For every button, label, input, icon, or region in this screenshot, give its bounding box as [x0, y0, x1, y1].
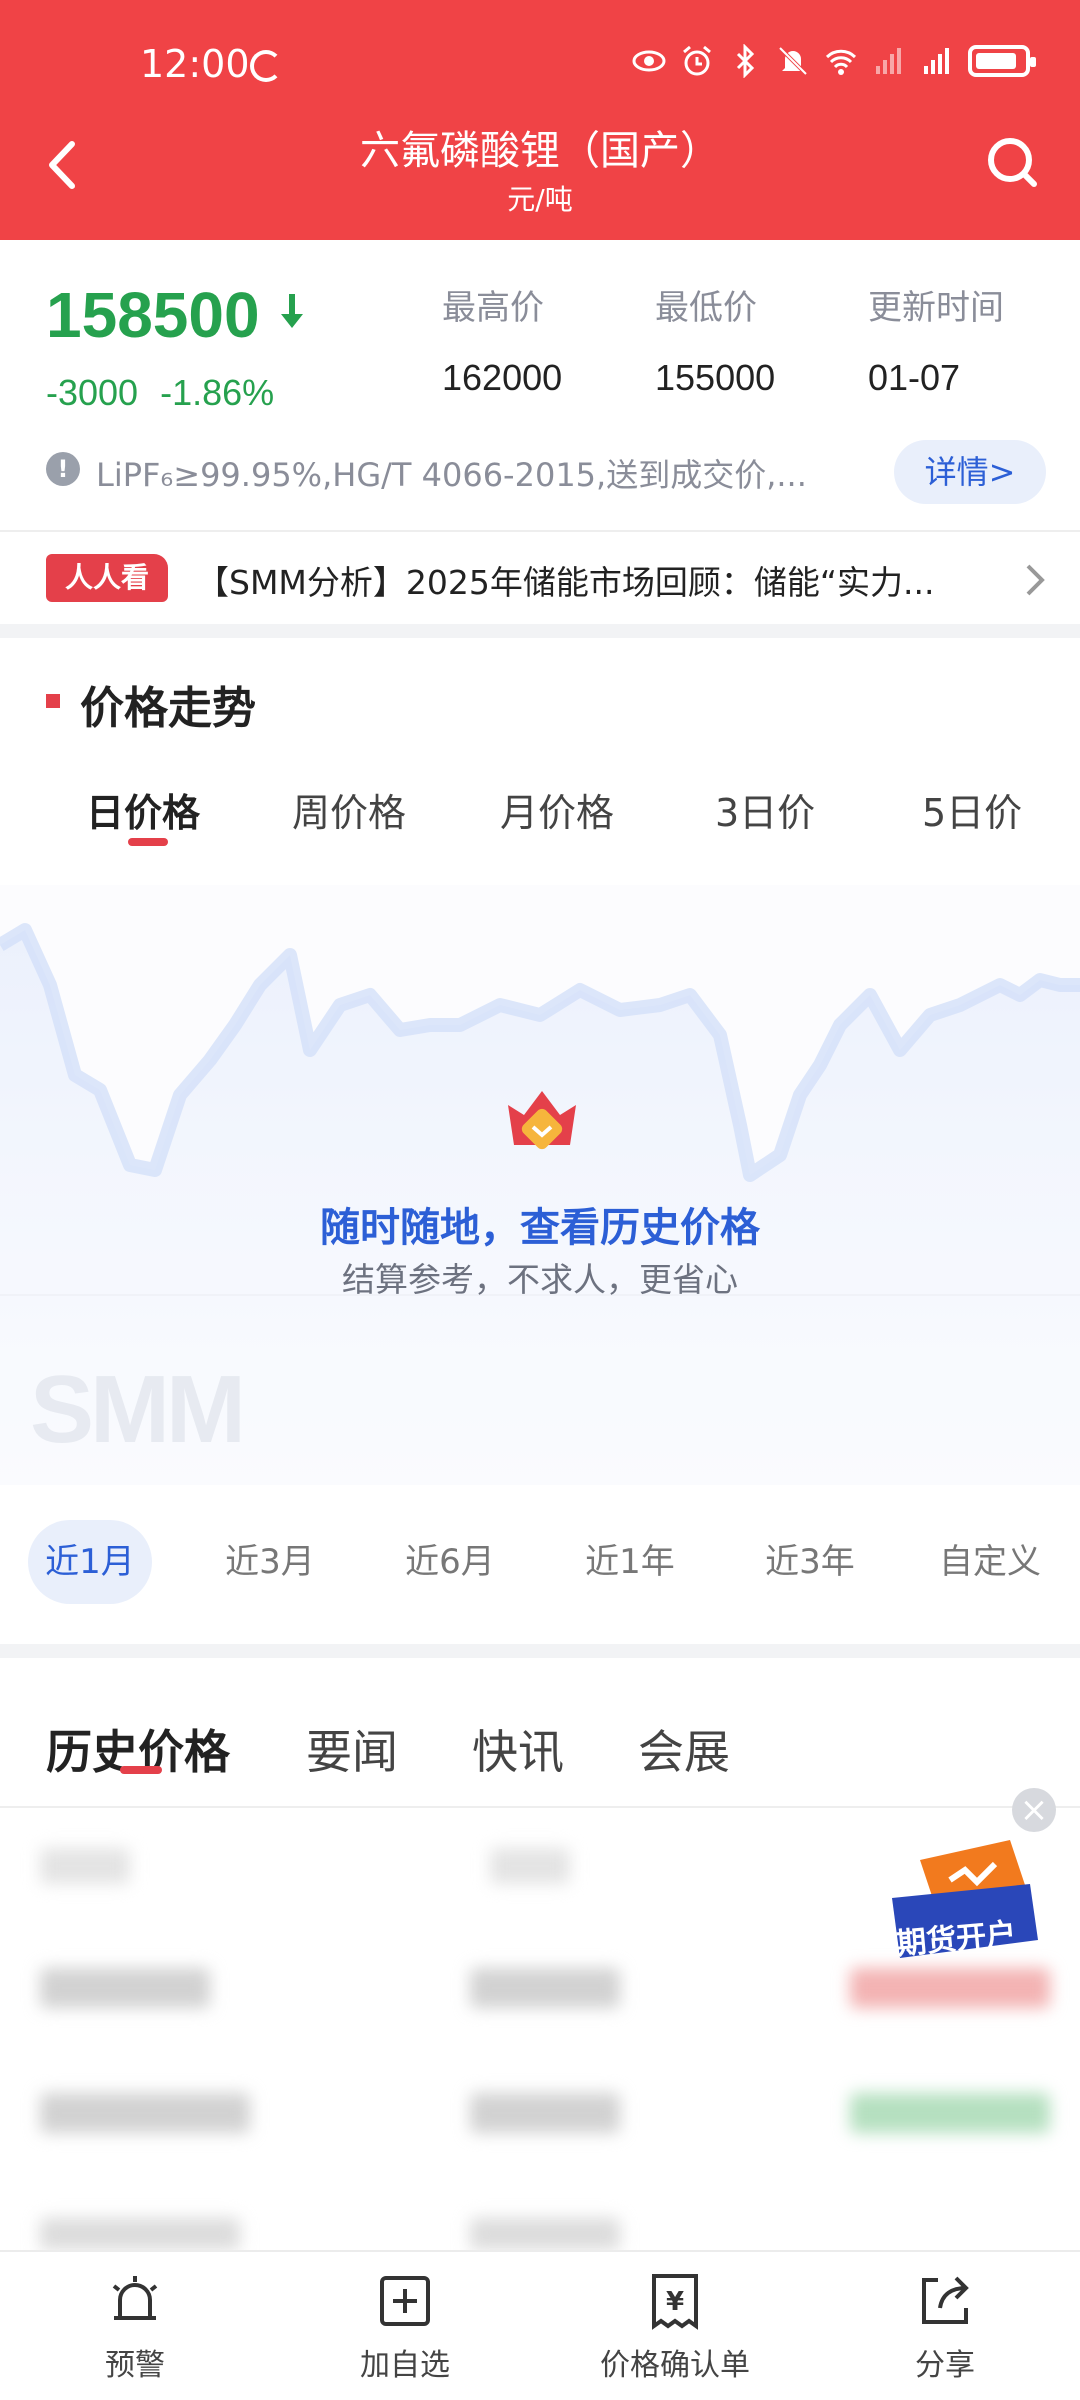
- range-6-months[interactable]: 近6月: [388, 1520, 512, 1604]
- nav-alert-label: 预警: [105, 2348, 165, 2383]
- spec-description: LiPF₆≥99.95%,HG/T 4066-2015,送到成交价,...: [96, 456, 807, 494]
- app-header: 12:00 六氟磷酸锂（国产） 元/吨: [0, 0, 1080, 240]
- section-divider: [0, 624, 1080, 638]
- alarm-bell-icon: [112, 2276, 158, 2320]
- update-time-stat: 更新时间 01-07: [868, 280, 1068, 399]
- page-unit: 元/吨: [507, 183, 573, 216]
- tab-flash[interactable]: 快讯: [472, 1716, 564, 1782]
- tab-3day-price[interactable]: 3日价: [715, 782, 815, 837]
- table-row: [0, 2053, 1080, 2173]
- range-1-month[interactable]: 近1月: [28, 1520, 152, 1604]
- tab-5day-price[interactable]: 5日价: [922, 782, 1022, 837]
- mute-icon: [778, 46, 808, 76]
- promo-title: 随时随地，查看历史价格: [320, 1205, 760, 1251]
- nav-add-watchlist-label: 加自选: [360, 2348, 450, 2383]
- add-watchlist-icon: [380, 2276, 430, 2326]
- change-amount: -3000: [46, 372, 139, 413]
- tab-weekly-price[interactable]: 周价格: [292, 782, 406, 837]
- high-price-value: 162000: [442, 357, 563, 398]
- down-arrow-icon: [281, 294, 303, 328]
- update-time-value: 01-07: [868, 357, 961, 398]
- price-confirm-icon: ¥: [652, 2274, 698, 2330]
- high-price-stat: 最高价 162000: [442, 280, 642, 399]
- content-tabs: 历史价格 要闻 快讯 会展: [0, 1680, 1080, 1800]
- current-price: 158500: [46, 279, 260, 351]
- search-icon[interactable]: [978, 128, 1048, 198]
- float-ad-close-button[interactable]: ×: [1012, 1788, 1056, 1832]
- range-tabs: 近1月 近3月 近6月 近1年 近3年 自定义: [0, 1520, 1080, 1620]
- detail-button[interactable]: 详情>: [894, 440, 1046, 504]
- tab-monthly-price[interactable]: 月价格: [500, 782, 614, 837]
- signal-5g-icon: [924, 48, 949, 74]
- promo-subtitle: 结算参考，不求人，更省心: [342, 1260, 738, 1299]
- tab-news[interactable]: 要闻: [306, 1716, 398, 1782]
- crown-badge-icon: [508, 1091, 576, 1150]
- range-custom[interactable]: 自定义: [928, 1520, 1052, 1604]
- loading-icon: [250, 50, 282, 82]
- nav-share[interactable]: 分享: [845, 2272, 1045, 2384]
- hot-tag: 人人看: [46, 554, 168, 602]
- section-marker: [46, 694, 60, 708]
- chevron-right-icon[interactable]: [1020, 560, 1050, 600]
- nav-price-confirm[interactable]: ¥ 价格确认单: [575, 2272, 775, 2384]
- nav-price-confirm-label: 价格确认单: [600, 2348, 750, 2383]
- tab-expo[interactable]: 会展: [638, 1716, 730, 1782]
- signal-icon: [876, 48, 901, 74]
- futures-account-ad[interactable]: 期货开户: [880, 1840, 1050, 1970]
- high-price-label: 最高价: [442, 288, 544, 328]
- nav-add-watchlist[interactable]: 加自选: [305, 2272, 505, 2384]
- active-tab-indicator: [128, 838, 168, 846]
- low-price-value: 155000: [655, 357, 776, 398]
- range-3-years[interactable]: 近3年: [748, 1520, 872, 1604]
- active-content-tab-indicator: [120, 1766, 162, 1774]
- range-1-year[interactable]: 近1年: [568, 1520, 692, 1604]
- spec-description-row: ! LiPF₆≥99.95%,HG/T 4066-2015,送到成交价,... …: [46, 440, 1046, 510]
- nav-alert[interactable]: 预警: [35, 2272, 235, 2384]
- nav-share-label: 分享: [915, 2348, 975, 2383]
- bottom-nav: 预警 加自选 ¥ 价格确认单 分享: [0, 2250, 1080, 2400]
- price-change: -3000 -1.86%: [46, 372, 296, 414]
- battery-icon: [968, 45, 1036, 77]
- share-icon: [922, 2276, 969, 2324]
- change-percent: -1.86%: [160, 372, 275, 413]
- bluetooth-icon: [736, 44, 755, 78]
- status-time: 12:00: [140, 42, 250, 86]
- tab-daily-price[interactable]: 日价格: [86, 782, 200, 837]
- price-chart-locked[interactable]: 随时随地，查看历史价格 结算参考，不求人，更省心 SMM: [0, 885, 1080, 1485]
- price-summary: 158500 -3000 -1.86% 最高价 162000 最低价 155000…: [0, 240, 1080, 530]
- svg-text:¥: ¥: [666, 2287, 684, 2317]
- trend-section-title: 价格走势: [80, 683, 256, 734]
- range-3-months[interactable]: 近3月: [208, 1520, 332, 1604]
- status-icons: [632, 44, 1036, 78]
- info-icon: !: [46, 452, 80, 486]
- news-ticker[interactable]: 人人看 【SMM分析】2025年储能市场回顾：储能“实力...: [0, 532, 1080, 624]
- low-price-stat: 最低价 155000: [655, 280, 855, 399]
- eye-icon: [632, 50, 666, 72]
- status-bar: 12:00: [0, 0, 1080, 130]
- wifi-icon: [825, 49, 857, 75]
- page-title: 六氟磷酸锂（国产）: [360, 128, 720, 174]
- low-price-label: 最低价: [655, 288, 757, 328]
- update-time-label: 更新时间: [868, 288, 1004, 328]
- table-row: [0, 2178, 1080, 2250]
- period-tabs: 日价格 周价格 月价格 3日价 5日价: [0, 770, 1080, 870]
- smm-watermark: SMM: [30, 1356, 246, 1463]
- alarm-icon: [683, 45, 711, 76]
- news-headline[interactable]: 【SMM分析】2025年储能市场回顾：储能“实力...: [196, 556, 996, 604]
- section-divider: [0, 1644, 1080, 1658]
